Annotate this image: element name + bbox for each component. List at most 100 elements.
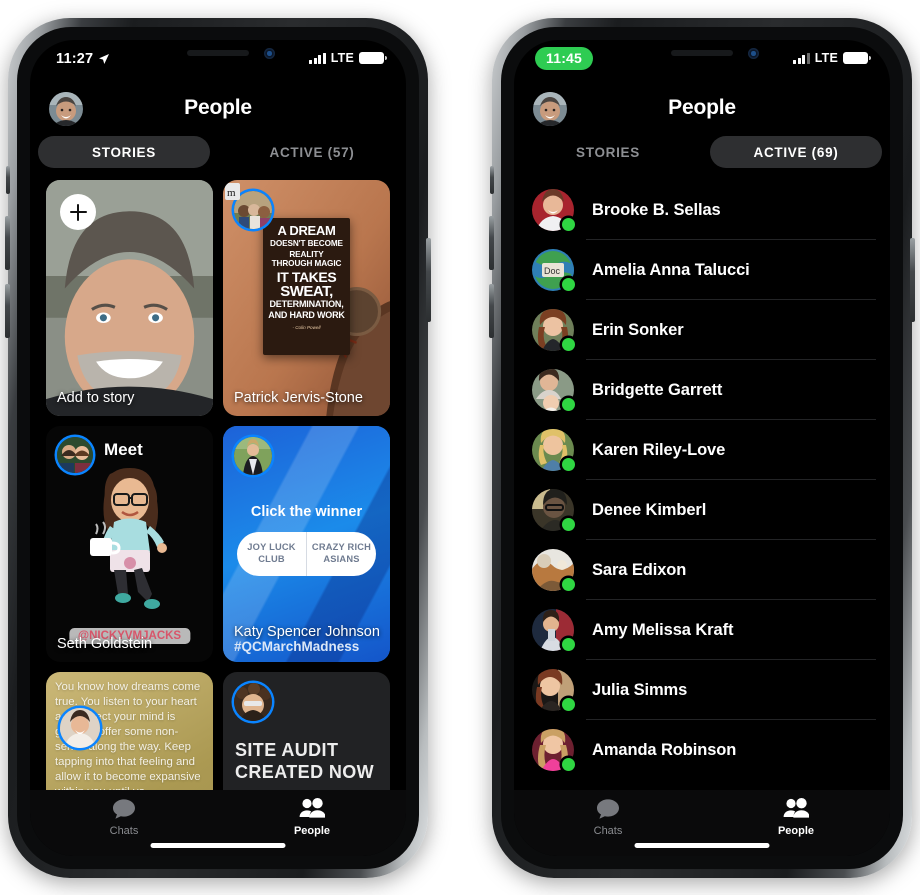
status-right: LTE xyxy=(308,51,388,65)
online-status-dot xyxy=(562,638,575,651)
front-camera-icon xyxy=(264,48,275,59)
avatar xyxy=(532,549,575,591)
story-card-add[interactable]: Add to story xyxy=(46,180,213,416)
contact-name: Bridgette Garrett xyxy=(592,380,723,399)
list-item[interactable]: Amy Melissa Kraft xyxy=(514,600,890,660)
online-status-dot xyxy=(562,398,575,411)
location-arrow-icon xyxy=(99,54,110,64)
phone-left-bezel: 11:27 LTE People STORIES ACTIVE (57) Add… xyxy=(17,27,419,869)
power-button[interactable] xyxy=(910,238,915,322)
list-item[interactable]: Karen Riley-Love xyxy=(514,420,890,480)
carrier-label: LTE xyxy=(814,51,838,65)
online-status-dot xyxy=(562,518,575,531)
power-button[interactable] xyxy=(426,238,431,322)
story-audit-text: SITE AUDIT CREATED NOW xyxy=(235,740,375,782)
tab-chats[interactable]: Chats xyxy=(30,790,218,838)
avatar xyxy=(532,429,575,471)
tab-bar-right: Chats People xyxy=(514,790,890,856)
poster-line-2: DOESN'T BECOME xyxy=(270,239,343,248)
story-card-katy[interactable]: Click the winner JOY LUCK CLUB CRAZY RIC… xyxy=(223,426,390,662)
tab-active[interactable]: ACTIVE (69) xyxy=(710,136,882,168)
online-status-dot xyxy=(562,458,575,471)
tab-chats-label: Chats xyxy=(593,824,623,837)
phone-right: 11:45 LTE People STORIES ACTIVE (69) Bro… xyxy=(489,18,915,878)
volume-down-button[interactable] xyxy=(489,284,494,338)
list-item[interactable]: Erin Sonker xyxy=(514,300,890,360)
story-card-seth[interactable]: Meet @NICKYVMJACKS Seth Goldstein xyxy=(46,426,213,662)
earpiece-speaker xyxy=(187,50,249,56)
poster-line-3: REALITY THROUGH MAGIC xyxy=(271,250,342,269)
contact-name: Brooke B. Sellas xyxy=(592,200,721,219)
status-right: LTE xyxy=(792,51,872,65)
poster-line-5: SWEAT, xyxy=(280,283,333,301)
volume-up-button[interactable] xyxy=(489,216,494,270)
poll-option-1[interactable]: JOY LUCK CLUB xyxy=(237,532,306,576)
volume-up-button[interactable] xyxy=(5,216,10,270)
phone-left-screen: 11:27 LTE People STORIES ACTIVE (57) Add… xyxy=(30,40,406,856)
story-card-audit[interactable]: SITE AUDIT CREATED NOW xyxy=(223,672,390,790)
home-indicator[interactable] xyxy=(634,843,770,848)
story-card-gold[interactable]: You know how dreams come true. You liste… xyxy=(46,672,213,790)
tab-people[interactable]: People xyxy=(702,790,890,838)
phone-right-screen: 11:45 LTE People STORIES ACTIVE (69) Bro… xyxy=(514,40,890,856)
tab-people-label: People xyxy=(293,824,331,837)
stories-scroll-area[interactable]: Add to story A DREAM DOESN'T BECOME REAL… xyxy=(30,180,406,790)
tab-active[interactable]: ACTIVE (57) xyxy=(226,136,398,168)
mute-switch[interactable] xyxy=(6,166,10,194)
contact-name: Amelia Anna Talucci xyxy=(592,260,750,279)
tab-stories[interactable]: STORIES xyxy=(522,136,694,168)
contact-name: Amanda Robinson xyxy=(592,740,737,759)
add-story-plus-icon[interactable] xyxy=(60,194,96,230)
avatar xyxy=(532,669,575,711)
segmented-tabs-left: STORIES ACTIVE (57) xyxy=(30,136,406,178)
poll-option-2[interactable]: CRAZY RICH ASIANS xyxy=(306,532,376,576)
notch xyxy=(127,40,309,67)
tab-people[interactable]: People xyxy=(218,790,406,838)
home-indicator[interactable] xyxy=(150,843,286,848)
status-time-recording-pill: 11:45 xyxy=(535,47,594,70)
avatar xyxy=(532,309,575,351)
people-icon xyxy=(299,797,325,818)
story-author-avatar xyxy=(60,708,100,748)
list-item[interactable]: Doc Amelia Anna Talucci xyxy=(514,240,890,300)
list-item[interactable]: Sara Edixon xyxy=(514,540,890,600)
page-title: People xyxy=(184,96,252,119)
chat-bubble-icon xyxy=(597,798,619,819)
tab-bar-left: Chats People xyxy=(30,790,406,856)
story-card-patrick[interactable]: A DREAM DOESN'T BECOME REALITY THROUGH M… xyxy=(223,180,390,416)
tab-chats[interactable]: Chats xyxy=(514,790,702,838)
contact-name: Erin Sonker xyxy=(592,320,684,339)
tab-stories[interactable]: STORIES xyxy=(38,136,210,168)
list-item[interactable]: Amanda Robinson xyxy=(514,720,890,780)
story-card-label: Katy Spencer Johnson xyxy=(234,623,380,640)
story-poster-quote: A DREAM DOESN'T BECOME REALITY THROUGH M… xyxy=(263,217,350,355)
avatar xyxy=(532,189,575,231)
list-item[interactable]: Julia Simms xyxy=(514,660,890,720)
avatar xyxy=(532,609,575,651)
mute-switch[interactable] xyxy=(490,166,494,194)
bitmoji-avatar-illustration xyxy=(89,468,167,610)
segmented-tabs-right: STORIES ACTIVE (69) xyxy=(514,136,890,178)
list-item[interactable]: Denee Kimberl xyxy=(514,480,890,540)
story-author-avatar xyxy=(234,437,272,475)
nav-bar-left: People xyxy=(30,86,406,136)
poll-question: Click the winner xyxy=(250,504,363,520)
poster-line-1: A DREAM xyxy=(277,222,336,238)
contact-name: Amy Melissa Kraft xyxy=(592,620,734,639)
poll-hashtag: #QCMarchMadness xyxy=(234,639,360,654)
avatar: Doc xyxy=(532,249,575,291)
volume-down-button[interactable] xyxy=(5,284,10,338)
nav-bar-right: People xyxy=(514,86,890,136)
stories-grid: Add to story A DREAM DOESN'T BECOME REAL… xyxy=(30,180,406,790)
contact-name: Karen Riley-Love xyxy=(592,440,726,459)
battery-icon xyxy=(359,52,388,64)
people-icon xyxy=(783,797,809,818)
contact-name: Denee Kimberl xyxy=(592,500,707,519)
tab-people-label: People xyxy=(777,824,815,837)
list-item[interactable]: Brooke B. Sellas xyxy=(514,180,890,240)
list-item[interactable]: Bridgette Garrett xyxy=(514,360,890,420)
active-contacts-list[interactable]: Brooke B. Sellas Doc Amelia Anna Talucci… xyxy=(514,180,890,790)
front-camera-icon xyxy=(748,48,759,59)
story-meet-title: Meet xyxy=(104,440,143,459)
status-time-wrap: 11:27 xyxy=(56,51,110,67)
